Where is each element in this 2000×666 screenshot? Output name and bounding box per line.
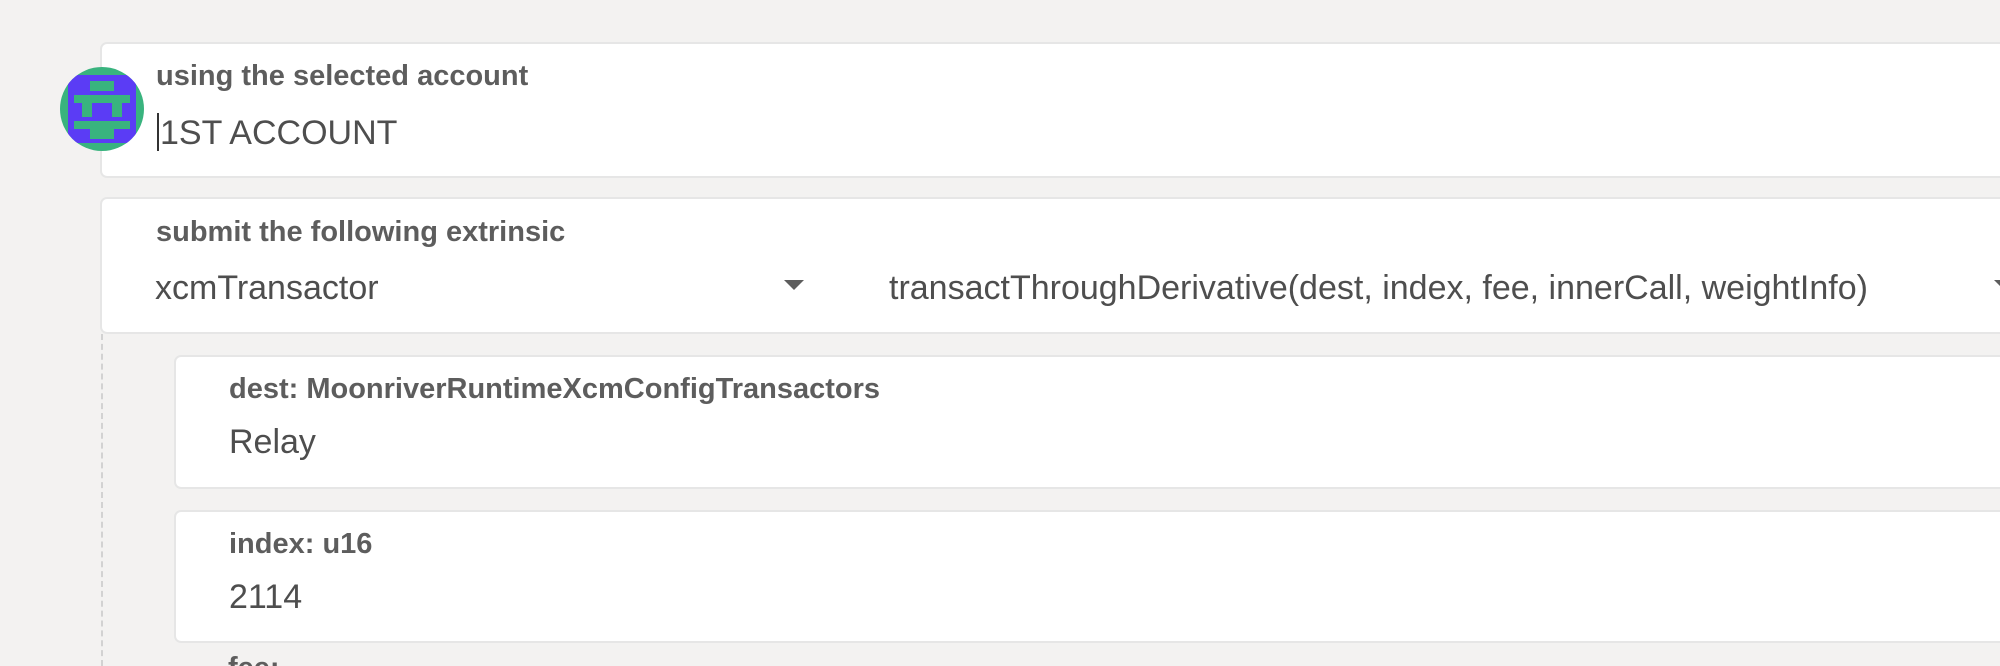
text-cursor — [157, 113, 159, 151]
param-dest-label: dest: MoonriverRuntimeXcmConfigTransacto… — [229, 373, 880, 405]
method-dropdown-value[interactable]: transactThroughDerivative(dest, index, f… — [889, 269, 1868, 308]
extrinsic-submission-page: using the selected account 1ST ACCOUNT s… — [0, 0, 2000, 666]
param-dest-value[interactable]: Relay — [229, 423, 316, 462]
extrinsic-selector-label: submit the following extrinsic — [156, 216, 566, 248]
section-dropdown-value[interactable]: xcmTransactor — [155, 269, 379, 308]
chevron-down-icon[interactable] — [1994, 280, 2000, 290]
param-index-value[interactable]: 2114 — [229, 578, 302, 617]
param-index-label: index: u16 — [229, 528, 373, 560]
chevron-down-icon[interactable] — [784, 280, 804, 290]
param-fee-label: fee: ... — [228, 652, 312, 666]
account-selector-value[interactable]: 1ST ACCOUNT — [160, 114, 397, 153]
param-dest[interactable]: dest: MoonriverRuntimeXcmConfigTransacto… — [174, 355, 2000, 489]
param-nesting-guide — [101, 334, 103, 666]
account-selector-label: using the selected account — [156, 60, 529, 92]
extrinsic-selector: submit the following extrinsic xcmTransa… — [100, 197, 2000, 334]
account-selector[interactable]: using the selected account 1ST ACCOUNT — [100, 42, 2000, 178]
param-index[interactable]: index: u16 2114 — [174, 510, 2000, 643]
identicon-avatar — [60, 67, 144, 151]
